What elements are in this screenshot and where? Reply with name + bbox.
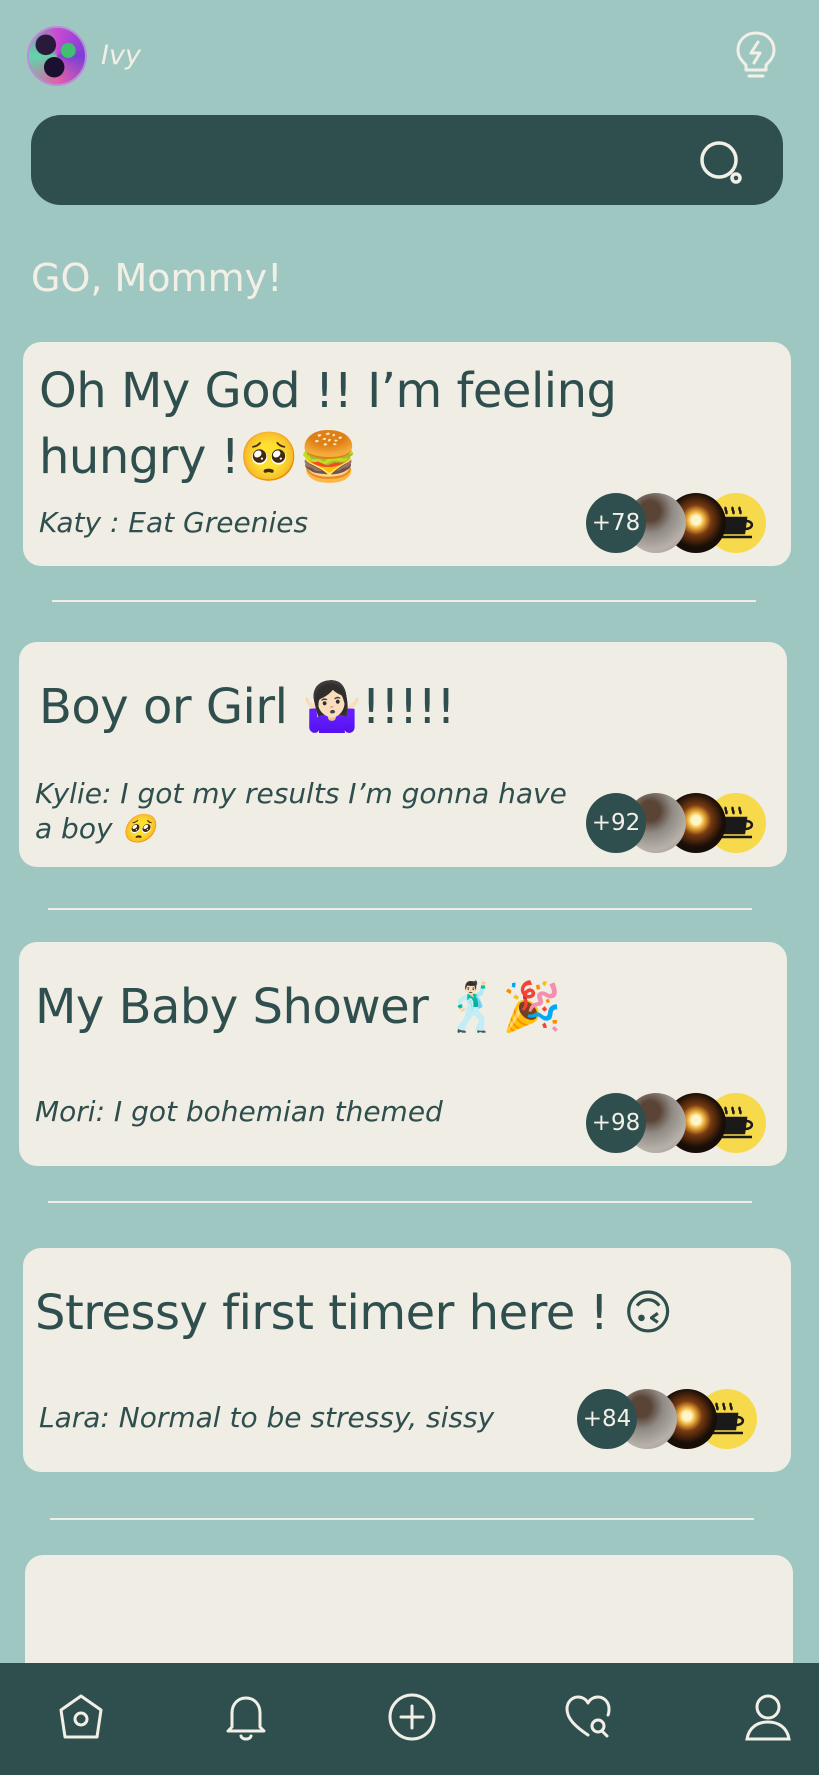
add-icon[interactable] xyxy=(380,1685,444,1749)
post-latest-reply: Mori: I got bohemian themed xyxy=(35,1095,443,1128)
participants-count-badge: +84 xyxy=(577,1389,637,1449)
post-title: My Baby Shower 🕺🏻🎉 xyxy=(35,979,562,1035)
participants-stack[interactable]: +92 xyxy=(586,793,766,853)
participants-stack[interactable]: +84 xyxy=(577,1389,757,1449)
heart-search-icon[interactable] xyxy=(556,1685,620,1749)
participants-stack[interactable]: +78 xyxy=(586,493,766,553)
divider xyxy=(48,1201,752,1203)
post-title: Boy or Girl 🤷🏻‍♀️!!!!! xyxy=(39,679,456,735)
divider xyxy=(52,600,756,602)
participants-stack[interactable]: +98 xyxy=(586,1093,766,1153)
lightbulb-icon[interactable] xyxy=(734,30,778,80)
bottom-nav xyxy=(0,1663,819,1775)
post-latest-reply: Kylie: I got my results I’m gonna have a… xyxy=(35,777,567,845)
screen: Ivy GO, Mommy! Oh My God !! I’m feeling … xyxy=(0,0,819,1775)
post-latest-reply: Lara: Normal to be stressy, sissy xyxy=(39,1401,495,1434)
avatar[interactable] xyxy=(27,26,87,86)
bell-icon[interactable] xyxy=(214,1685,278,1749)
home-icon[interactable] xyxy=(49,1685,113,1749)
search-input[interactable] xyxy=(31,115,783,205)
profile-icon[interactable] xyxy=(736,1685,800,1749)
participants-count-badge: +78 xyxy=(586,493,646,553)
search-icon[interactable] xyxy=(699,140,745,186)
participants-count-badge: +98 xyxy=(586,1093,646,1153)
post-card[interactable]: Boy or Girl 🤷🏻‍♀️!!!!! Kylie: I got my r… xyxy=(19,642,787,867)
post-title: Oh My God !! I’m feeling hungry !🥺🍔 xyxy=(39,363,617,485)
post-card[interactable]: Stressy first timer here ! 🙃 Lara: Norma… xyxy=(23,1248,791,1472)
user-name: Ivy xyxy=(101,40,141,71)
post-card[interactable]: Oh My God !! I’m feeling hungry !🥺🍔 Katy… xyxy=(23,342,791,566)
greeting: GO, Mommy! xyxy=(31,256,283,300)
participants-count-badge: +92 xyxy=(586,793,646,853)
post-latest-reply: Katy : Eat Greenies xyxy=(39,506,309,539)
post-title: Stressy first timer here ! 🙃 xyxy=(35,1285,673,1341)
divider xyxy=(50,1518,754,1520)
post-card[interactable]: My Baby Shower 🕺🏻🎉 Mori: I got bohemian … xyxy=(19,942,787,1166)
divider xyxy=(48,908,752,910)
